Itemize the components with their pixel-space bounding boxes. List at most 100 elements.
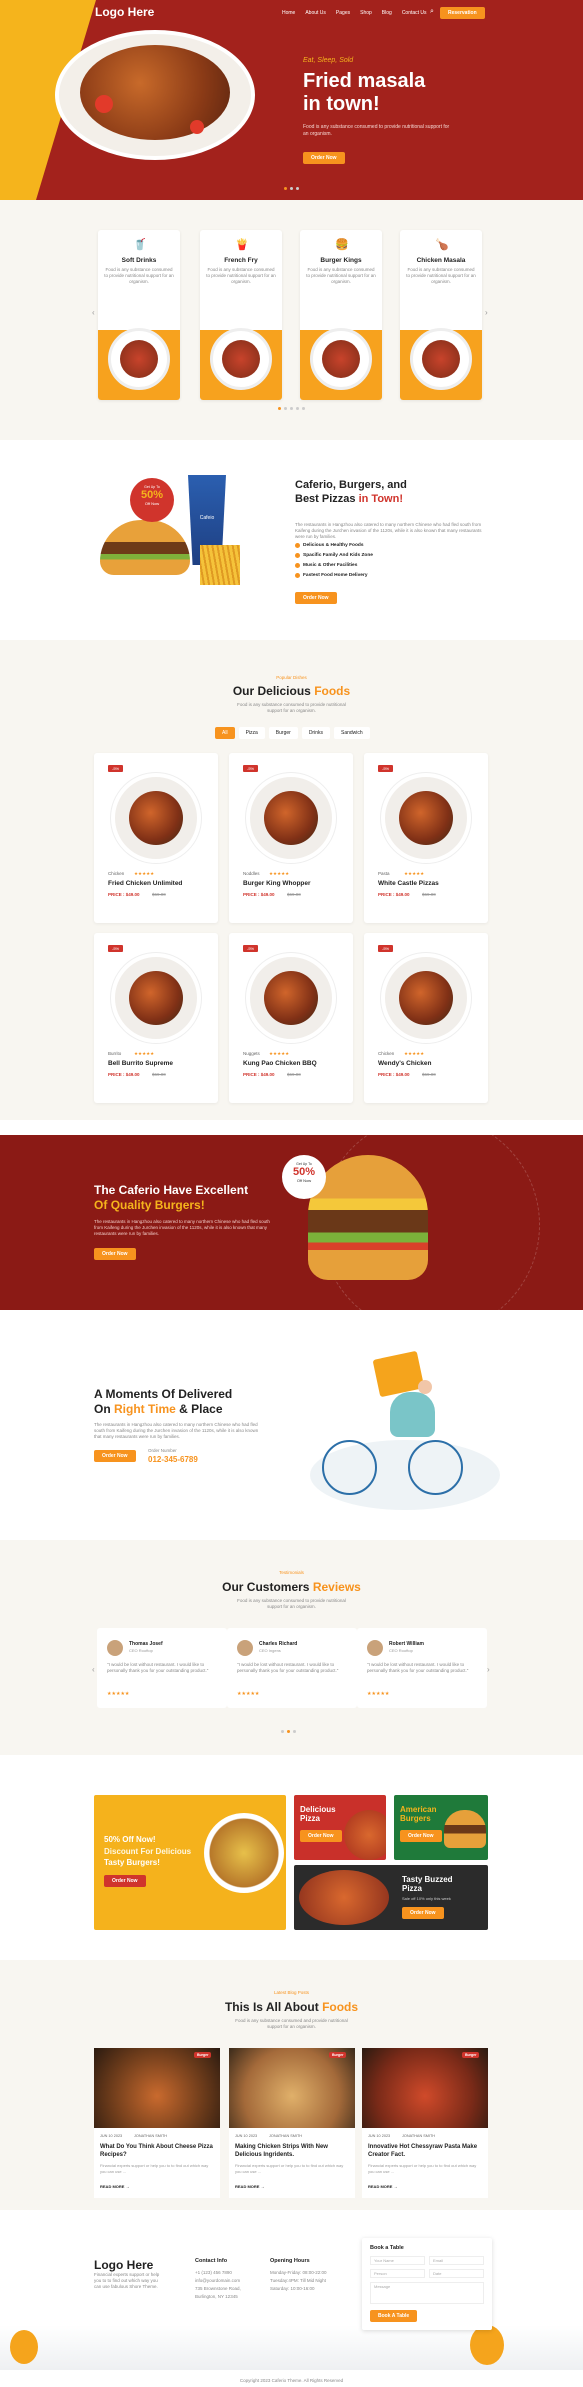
category-slider-dots[interactable]	[278, 407, 305, 410]
read-more-link[interactable]: READ MORE →	[235, 2184, 265, 2189]
food-card[interactable]: -5% Chicken ★★★★★ Fried Chicken Unlimited PR…	[94, 753, 218, 923]
reviews-slider-dots[interactable]	[281, 1730, 296, 1733]
food-name[interactable]: Bell Burrito Supreme	[108, 1060, 173, 1067]
blog-card[interactable]: Burger JUN 10 2023 JONATHAN SMITH What Do Y…	[94, 2048, 220, 2198]
offers-section: 50% Off Now! Discount For Delicious Tast…	[0, 1755, 583, 1960]
filter-burger[interactable]: Burger	[268, 727, 298, 739]
phone-number[interactable]: 012-345-6789	[148, 1455, 198, 1464]
chevron-left-icon[interactable]: ‹	[92, 308, 95, 317]
footer-logo[interactable]: Logo Here	[94, 2258, 153, 2272]
blog-post-title[interactable]: Innovative Hot Chessyraw Pasta Make Crea…	[368, 2143, 483, 2159]
menu-item-blog[interactable]: Blog	[382, 10, 392, 16]
bicycle-wheel	[408, 1440, 463, 1495]
filter-pizza[interactable]: Pizza	[238, 727, 265, 739]
category-card[interactable]: 🥤 Soft Drinks Food is any substance cons…	[98, 230, 180, 400]
copyright: Copyright 2023 Caferio Theme. All Rights…	[239, 2378, 344, 2383]
menu-filters: All Pizza Burger Drinks Sandwich	[215, 727, 370, 739]
filter-sandwich[interactable]: Sandwich	[333, 727, 370, 739]
menu-item-home[interactable]: Home	[282, 10, 295, 16]
delivery-box-image	[372, 1350, 425, 1398]
category-card[interactable]: 🍔 Burger Kings Food is any substance con…	[300, 230, 382, 400]
promo-features: Delicious & Healthy Foods Spacific Famil…	[295, 543, 373, 583]
arrow-right-icon: →	[260, 2184, 265, 2189]
tomato-image	[190, 120, 204, 134]
date-input[interactable]: Date	[429, 2269, 484, 2278]
food-plate-image	[246, 953, 336, 1043]
discount-tag: -5%	[108, 765, 124, 772]
pizza-order-button[interactable]: Order Now	[300, 1830, 342, 1842]
logo[interactable]: Logo Here	[95, 5, 154, 19]
blog-card[interactable]: Burger JUN 10 2023 JONATHAN SMITH Making Ch…	[229, 2048, 355, 2198]
food-card[interactable]: -5% Burrito ★★★★★ Bell Burrito Supreme PRICE…	[94, 933, 218, 1103]
promo-order-button[interactable]: Order Now	[295, 592, 337, 604]
buzzed-order-button[interactable]: Order Now	[402, 1907, 444, 1919]
food-card[interactable]: -5% Noddles ★★★★★ Burger King Whopper PRICE …	[229, 753, 353, 923]
menu-item-shop[interactable]: Shop	[360, 10, 372, 16]
discount-tag: -5%	[243, 765, 259, 772]
contact-address: 735 Brownstone Road, Burlington, NY 1234…	[195, 2286, 241, 2299]
food-plate-image	[111, 773, 201, 863]
chevron-right-icon[interactable]: ›	[487, 1665, 490, 1674]
feature-item: Music & Other Facilities	[295, 563, 373, 568]
food-plate-image	[111, 953, 201, 1043]
rating-stars: ★★★★★	[134, 871, 155, 876]
promo-section: Cafeio Get Up To 50% Off Now Caferio, Bu…	[0, 440, 583, 640]
avatar	[107, 1640, 123, 1656]
buzzed-pizza-tile[interactable]: Tasty Buzzed Pizza Sale off 10% only thi…	[294, 1865, 488, 1930]
food-card[interactable]: -5% Pasta ★★★★★ White Castle Pizzas PRICE : …	[364, 753, 488, 923]
offer-headline: 50% Off Now!	[104, 1835, 156, 1844]
hero-slider-dots[interactable]	[284, 187, 299, 190]
read-more-link[interactable]: READ MORE →	[368, 2184, 398, 2189]
food-name[interactable]: Wendy's Chicken	[378, 1060, 431, 1067]
pizza-offer-tile[interactable]: Delicious Pizza Order Now	[294, 1795, 386, 1860]
delivery-order-button[interactable]: Order Now	[94, 1450, 136, 1462]
contact-phone[interactable]: +1 (123) 456 7890	[195, 2269, 255, 2277]
discount-tag: -5%	[378, 945, 394, 952]
check-icon	[295, 543, 300, 548]
arrow-right-icon: →	[393, 2184, 398, 2189]
name-input[interactable]: Your Name	[370, 2256, 425, 2265]
category-plate-image	[410, 328, 472, 390]
pasta-plate-image	[204, 1813, 284, 1893]
blog-author: JONATHAN SMITH	[402, 2134, 436, 2138]
email-input[interactable]: Email	[429, 2256, 484, 2265]
chevron-left-icon[interactable]: ‹	[92, 1665, 95, 1674]
food-card[interactable]: -5% Nuggets ★★★★★ Kung Pao Chicken BBQ PRICE…	[229, 933, 353, 1103]
burger2-offer-tile[interactable]: American Burgers Order Now	[394, 1795, 488, 1860]
read-more-link[interactable]: READ MORE →	[100, 2184, 130, 2189]
banner-order-button[interactable]: Order Now	[94, 1248, 136, 1260]
category-desc: Food is any substance consumed to provid…	[206, 267, 276, 284]
filter-drinks[interactable]: Drinks	[301, 727, 330, 739]
category-card[interactable]: 🍗 Chicken Masala Food is any substance c…	[400, 230, 482, 400]
reviewer-name: Robert William	[389, 1641, 424, 1647]
chevron-right-icon[interactable]: ›	[485, 308, 488, 317]
food-name[interactable]: Kung Pao Chicken BBQ	[243, 1060, 317, 1067]
menu-item-contact[interactable]: Contact Us	[402, 10, 427, 16]
food-name[interactable]: Fried Chicken Unlimited	[108, 880, 182, 887]
contact-email[interactable]: info@yourdomain.com	[195, 2277, 255, 2285]
burger-offer-tile[interactable]: 50% Off Now! Discount For Delicious Tast…	[94, 1795, 286, 1930]
book-table-button[interactable]: Book A Table	[370, 2310, 418, 2322]
search-icon[interactable]: ⌕	[430, 8, 434, 16]
menu-item-pages[interactable]: Pages	[336, 10, 350, 16]
banner-description: The restaurants in Hangzhou also catered…	[94, 1219, 270, 1236]
main-menu: Home About Us Pages Shop Blog Contact Us	[282, 10, 427, 16]
food-name[interactable]: Burger King Whopper	[243, 880, 311, 887]
blog-card[interactable]: Burger JUN 10 2023 JONATHAN SMITH Innovativ…	[362, 2048, 488, 2198]
filter-all[interactable]: All	[215, 727, 235, 739]
hero-order-button[interactable]: Order Now	[303, 152, 345, 164]
category-card[interactable]: 🍟 French Fry Food is any substance consu…	[200, 230, 282, 400]
message-textarea[interactable]: Message	[370, 2282, 484, 2304]
reservation-button[interactable]: Reservation	[440, 7, 485, 19]
bicycle-wheel	[322, 1440, 377, 1495]
food-name[interactable]: White Castle Pizzas	[378, 880, 439, 887]
offer-order-button[interactable]: Order Now	[104, 1875, 146, 1887]
food-card[interactable]: -5% Chicken ★★★★★ Wendy's Chicken PRICE : $4…	[364, 933, 488, 1103]
person-select[interactable]: Person	[370, 2269, 425, 2278]
hero-kicker: Eat, Sleep, Sold	[303, 57, 354, 64]
offer-title: Pizza	[402, 1884, 423, 1893]
blog-post-title[interactable]: Making Chicken Strips With New Delicious…	[235, 2143, 350, 2159]
blog-post-title[interactable]: What Do You Think About Cheese Pizza Rec…	[100, 2143, 215, 2159]
burger-order-button[interactable]: Order Now	[400, 1830, 442, 1842]
menu-item-about[interactable]: About Us	[305, 10, 326, 16]
